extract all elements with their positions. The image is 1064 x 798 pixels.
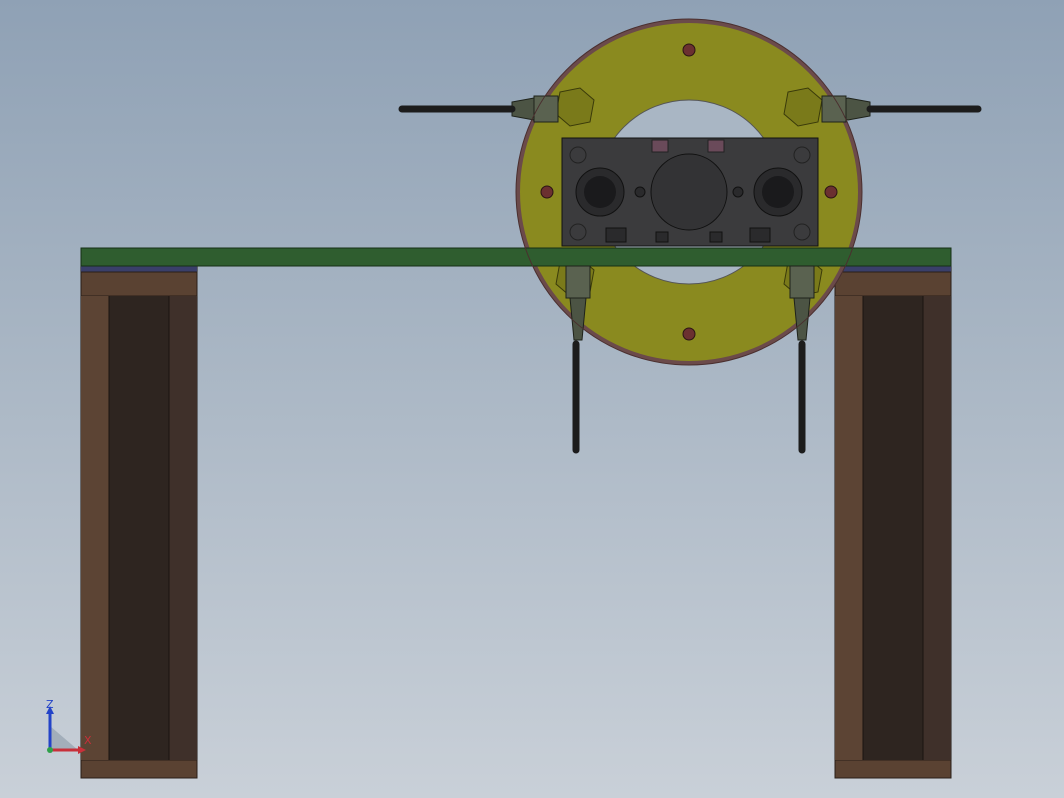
top-left-fitting bbox=[398, 95, 559, 123]
bottom-left-fitting bbox=[565, 265, 591, 454]
x-axis-label: X bbox=[84, 734, 92, 747]
z-axis-label: Z bbox=[46, 698, 54, 711]
bottom-right-fitting bbox=[789, 265, 815, 454]
coordinate-triad: Z X bbox=[40, 698, 100, 758]
cad-viewport[interactable]: Z X bbox=[0, 0, 1064, 798]
top-plate bbox=[80, 247, 952, 267]
cad-model-drawing bbox=[80, 18, 982, 779]
cylinder-block bbox=[561, 137, 819, 247]
right-support-leg bbox=[834, 265, 952, 779]
